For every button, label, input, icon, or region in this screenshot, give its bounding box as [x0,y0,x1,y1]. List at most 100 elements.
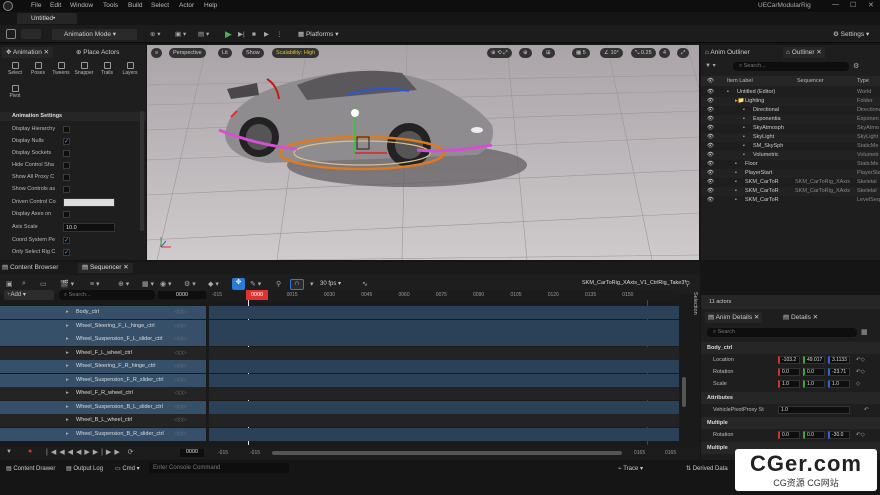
mode-pivot-button[interactable]: Pivot [5,85,25,99]
viewport-menu-icon[interactable]: ≡ [151,48,163,58]
add-actor-icon[interactable]: ⊕ ▾ [150,29,161,40]
mode-poses-button[interactable]: Poses [28,62,48,76]
reset-icon[interactable]: ↶◇ [856,429,865,441]
marker-icon[interactable]: ⚲ [276,280,281,288]
track-row[interactable]: ▸ Wheel_Steering_F_R_hinge_ctrl ◁◇▷ [0,360,206,373]
grid-icon[interactable]: ▦ ▾ [142,280,154,288]
axis-scale-field[interactable]: 10.0 [63,223,115,232]
expand-arrow-icon[interactable]: ▸ [66,347,69,360]
keyframe-nav-icon[interactable]: ◁◇▷ [174,401,187,414]
expand-arrow-icon[interactable]: ▸ [66,306,69,319]
platforms-dropdown[interactable]: ▦ Platforms ▾ [298,29,339,40]
reset-icon[interactable]: ↶◇ [856,366,865,378]
outliner-row[interactable]: 👁 ▪ PlayerStart PlayerSta [701,169,880,178]
checkbox[interactable]: ✓ [63,249,70,256]
tab-anim-outliner[interactable]: ⌂ Anim Outliner [705,47,750,58]
visibility-icon[interactable]: 👁 [707,169,714,178]
track-lane[interactable] [209,373,679,387]
mode-snapper-button[interactable]: Snapper [74,62,94,76]
keyframe-nav-icon[interactable]: ◁◇▷ [174,320,187,333]
keyframe-nav-icon[interactable]: ◁◇▷ [174,306,187,319]
camera-speed-button[interactable]: 4 [659,48,671,58]
visibility-icon[interactable]: 👁 [707,106,714,115]
blueprint-icon[interactable]: ▣ ▾ [175,29,186,40]
render-icon[interactable]: 🎬 ▾ [60,280,74,288]
mode-tweens-button[interactable]: Tweens [51,62,71,76]
expand-arrow-icon[interactable]: ▸ [66,401,69,414]
track-row[interactable]: ▸ Wheel_B_L_wheel_ctrl ◁◇▷ [0,414,206,427]
checkbox[interactable] [63,211,70,218]
scalability-button[interactable]: Scalability: High [272,48,320,58]
tab-details[interactable]: ▤ Details ✕ [783,312,818,323]
transform-tools[interactable]: ⊕ ⟲ ⤢ [487,48,512,58]
keyframe-nav-icon[interactable]: ◁◇▷ [174,374,187,387]
step-icon[interactable]: ▶| [238,29,245,40]
minimize-icon[interactable]: — [832,1,839,8]
select-mode-icon[interactable] [21,29,41,39]
options-icon[interactable]: ⚙ ▾ [184,280,196,288]
menu-help[interactable]: Help [204,2,217,9]
keyframe-icon[interactable]: ◇ [856,378,860,390]
menu-tools[interactable]: Tools [103,2,118,9]
play-icon[interactable]: ▶ [225,29,232,40]
outliner-row[interactable]: 👁 ▪ Floor StaticMe [701,160,880,169]
track-lane[interactable] [209,387,679,400]
filter-icon[interactable]: ▼ [6,449,12,455]
view-range-scrollbar[interactable] [272,451,622,455]
tab-content-browser[interactable]: ▤ Content Browser [2,263,58,273]
track-row[interactable]: ▸ Wheel_Suspension_B_R_slider_ctrl ◁◇▷ [0,427,206,441]
section-attributes[interactable]: Attributes [701,392,880,404]
track-row[interactable]: ▸ Wheel_Steering_F_L_hinge_ctrl ◁◇▷ [0,319,206,333]
derived-data-button[interactable]: ⇅ Derived Data [686,465,728,472]
menu-window[interactable]: Window [70,2,93,9]
visibility-icon[interactable]: 👁 [707,187,714,196]
reset-icon[interactable]: ↶◇ [856,354,865,366]
frame-field[interactable]: 0000 [180,449,204,457]
tab-outliner[interactable]: ⌂ Outliner ✕ [783,47,825,58]
sequencer-scrollbar[interactable] [682,377,686,407]
view-icon[interactable]: ◉ ▾ [160,280,172,288]
mode-select-button[interactable]: Select [5,62,25,76]
checkbox[interactable] [63,162,70,169]
visibility-icon[interactable]: 👁 [707,115,714,124]
outliner-row[interactable]: 👁 ▪ Exponentia Exponen [701,115,880,124]
track-row[interactable]: ▸ Wheel_Suspension_F_L_slider_ctrl ◁◇▷ [0,333,206,346]
grid-snap-button[interactable]: ▦ 5 [572,48,590,58]
details-search-input[interactable]: ⌕ Search [707,328,857,337]
gear-icon[interactable]: ⚙ [853,62,859,70]
expand-arrow-icon[interactable]: ▸ [66,428,69,441]
driven-control-color-swatch[interactable] [63,198,115,207]
settings-dropdown[interactable]: ⚙ Settings ▾ [833,29,869,40]
keyframe-nav-icon[interactable]: ◁◇▷ [174,347,187,360]
track-lane[interactable] [209,333,679,346]
outliner-row[interactable]: 👁 ▪ SkyLight SkyLight [701,133,880,142]
menu-file[interactable]: File [31,2,41,9]
camera-icon[interactable]: ▭ [40,280,47,288]
play-options-icon[interactable]: ⋮ [276,29,283,40]
expand-arrow-icon[interactable]: ▸ [66,387,69,400]
section-body-ctrl[interactable]: Body_ctrl [701,342,880,354]
outliner-row[interactable]: 👁 ▪ SkyAtmosph SkyAtmo [701,124,880,133]
visibility-icon[interactable]: 👁 [707,178,714,187]
checkbox[interactable]: ✓ [63,237,70,244]
visibility-icon[interactable]: 👁 [707,196,714,205]
property-matrix-icon[interactable]: ▦ [861,328,868,336]
visibility-icon[interactable]: 👁 [707,97,714,106]
keyframe-nav-icon[interactable]: ◁◇▷ [174,428,187,441]
stop-icon[interactable]: ■ [252,29,256,40]
save-icon[interactable] [6,29,16,39]
track-row[interactable]: ▸ Wheel_F_R_wheel_ctrl ◁◇▷ [0,387,206,400]
expand-arrow-icon[interactable]: ▸ [66,360,69,373]
scale-snap-button[interactable]: ⤡ 0.25 [631,48,656,58]
menu-select[interactable]: Select [151,2,169,9]
visibility-icon[interactable]: 👁 [707,160,714,169]
cmd-dropdown[interactable]: ▭ Cmd ▾ [115,465,140,472]
tab-sequencer[interactable]: ▤ Sequencer ✕ [78,263,133,273]
track-lane[interactable] [209,346,679,360]
animation-settings-header[interactable]: Animation Settings [0,112,146,121]
keyframe-nav-icon[interactable]: ◁◇▷ [174,414,187,427]
current-frame-field[interactable]: 0000 [158,291,206,299]
snap-options-icon[interactable]: ▾ [310,280,314,288]
mode-layers-button[interactable]: Layers [120,62,140,76]
outliner-row[interactable]: 👁 ▪ SM_SkySph StaticMe [701,142,880,151]
